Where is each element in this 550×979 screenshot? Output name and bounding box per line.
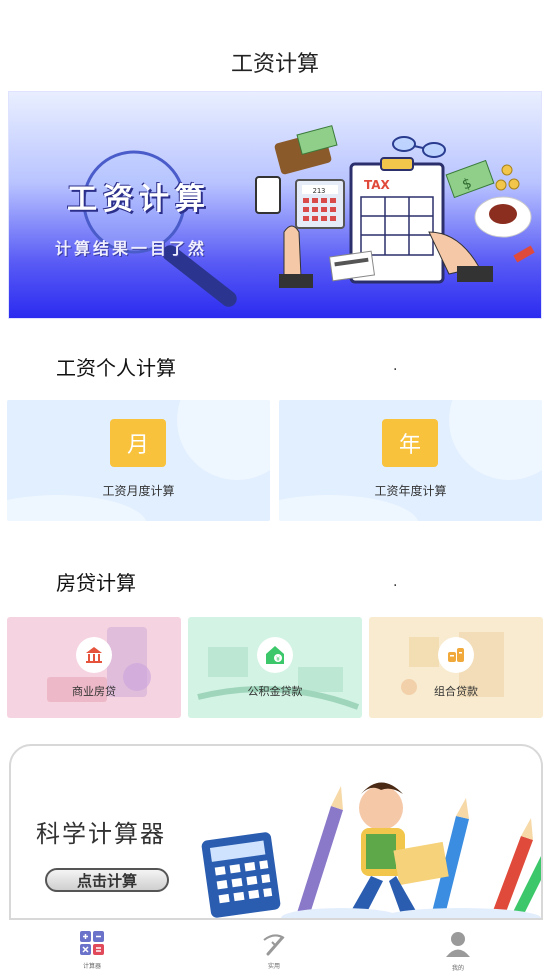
yearly-salary-label: 工资年度计算 (374, 484, 447, 498)
user-icon (446, 932, 470, 957)
banner-subtitle: 计算结果一目了然 (55, 239, 208, 258)
scientific-calculator-title: 科学计算器 (36, 820, 166, 848)
tab-profile[interactable]: 我的 (428, 930, 488, 972)
monthly-salary-card[interactable]: 月 工资月度计算 (7, 400, 270, 521)
page-title: 工资计算 (230, 52, 319, 77)
section-dot: . (393, 574, 398, 590)
year-badge: 年 (382, 419, 438, 467)
loan-section-title: 房贷计算 (54, 567, 138, 596)
section-dot: . (393, 358, 398, 374)
yearly-salary-card[interactable]: 年 工资年度计算 (279, 400, 542, 521)
click-calculate-button[interactable]: 点击计算 (45, 868, 169, 892)
loan-section-title-text: 房贷计算 (56, 571, 136, 595)
salary-banner[interactable]: 213 TAX $ 工资计算 计算结果一目了然 (8, 91, 542, 319)
salary-section-title: 工资个人计算 (54, 352, 178, 381)
tab-profile-label: 我的 (451, 965, 464, 972)
month-badge: 月 (110, 419, 166, 467)
tab-tools-label: 实用 (267, 963, 280, 970)
tools-icon (263, 934, 285, 956)
tab-calculator[interactable]: 计算器 (62, 930, 122, 970)
commercial-loan-label: 商业房贷 (72, 685, 116, 698)
commercial-loan-card[interactable]: 商业房贷 (7, 617, 181, 718)
combination-loan-card[interactable]: 组合贷款 (369, 617, 543, 718)
tab-calculator-label: 计算器 (82, 963, 101, 970)
bottom-tab-bar: 计算器 实用 我的 (0, 924, 550, 979)
housing-fund-loan-card[interactable]: ¥ 公积金贷款 (188, 617, 362, 718)
calculator-icon (80, 931, 104, 955)
housing-fund-loan-label: 公积金贷款 (247, 685, 303, 698)
svg-text:¥: ¥ (276, 656, 280, 663)
coins-icon (438, 637, 474, 673)
house-fund-icon: ¥ (257, 637, 293, 673)
banner-title: 工资计算 (67, 182, 211, 217)
combination-loan-label: 组合贷款 (434, 685, 478, 698)
tax-label: TAX (364, 178, 391, 192)
bank-icon (76, 637, 112, 673)
calculator-display-text: 213 (313, 187, 326, 195)
scientific-calculator-banner[interactable]: 科学计算器 点击计算 (9, 744, 543, 920)
tab-tools[interactable]: 实用 (244, 930, 304, 970)
monthly-salary-label: 工资月度计算 (102, 484, 175, 498)
salary-section-title-text: 工资个人计算 (56, 356, 176, 380)
